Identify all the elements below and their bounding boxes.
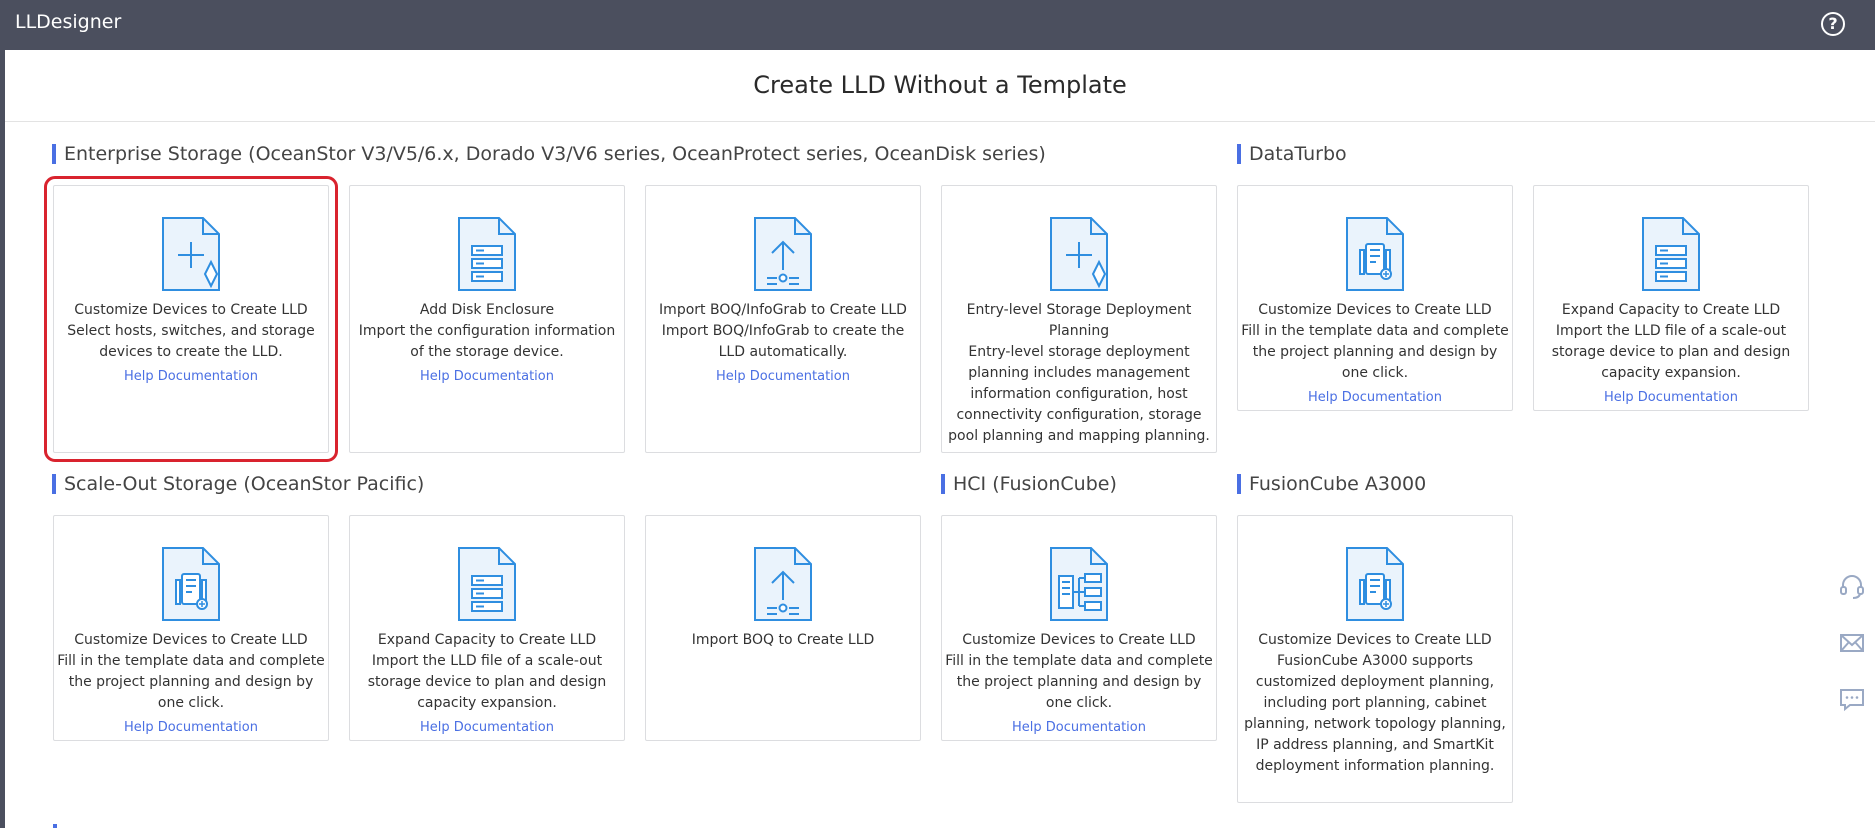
help-documentation-link[interactable]: Help Documentation [1604,390,1738,405]
card-title: Customize Devices to Create LLD [962,632,1196,648]
card-hci-customize-devices[interactable]: Customize Devices to Create LLD Fill in … [941,515,1217,741]
doc-upload-icon [754,547,812,621]
card-scaleout-import-boq[interactable]: Import BOQ to Create LLD [645,515,921,741]
card-title: Import BOQ to Create LLD [691,632,875,648]
doc-plus-icon [162,217,220,291]
doc-topology-icon [1050,547,1108,621]
doc-server-icon [1642,217,1700,291]
help-documentation-link[interactable]: Help Documentation [1012,720,1146,735]
doc-device-icon [1346,547,1404,621]
doc-server-icon [458,217,516,291]
help-icon[interactable]: ? [1821,12,1845,36]
card-description: Entry-level storage deployment planning … [948,344,1210,444]
card-title: Customize Devices to Create LLD [1258,632,1492,648]
mail-icon[interactable] [1839,630,1865,656]
card-fusioncube-customize-devices[interactable]: Customize Devices to Create LLD FusionCu… [1237,515,1513,803]
section-title-fusioncube-a3000: FusionCube A3000 [1237,473,1426,495]
section-title-dataturbo: DataTurbo [1237,143,1347,165]
card-title: Customize Devices to Create LLD [74,632,308,648]
card-description: Select hosts, switches, and storage devi… [67,323,315,360]
help-documentation-link[interactable]: Help Documentation [124,369,258,384]
help-documentation-link[interactable]: Help Documentation [420,720,554,735]
doc-device-icon [1346,217,1404,291]
next-section-marker [53,824,57,828]
help-documentation-link[interactable]: Help Documentation [716,369,850,384]
card-description: Import the LLD file of a scale-out stora… [1551,323,1791,381]
card-enterprise-entry-level-planning[interactable]: Entry-level Storage Deployment Planning … [941,185,1217,453]
card-title: Expand Capacity to Create LLD [1561,302,1781,318]
chat-icon[interactable] [1839,686,1865,712]
headset-icon[interactable] [1839,574,1865,600]
card-description: FusionCube A3000 supports customized dep… [1244,653,1506,774]
card-enterprise-customize-devices[interactable]: Customize Devices to Create LLD Select h… [44,176,338,462]
card-description: Import BOQ/InfoGrab to create the LLD au… [661,323,905,360]
doc-device-icon [162,547,220,621]
card-scaleout-expand-capacity[interactable]: Expand Capacity to Create LLD Import the… [349,515,625,741]
help-documentation-link[interactable]: Help Documentation [1308,390,1442,405]
card-title: Customize Devices to Create LLD [74,302,308,318]
card-title: Import BOQ/InfoGrab to Create LLD [659,302,907,318]
section-title-hci: HCI (FusionCube) [941,473,1117,495]
section-title-scale-out-storage: Scale-Out Storage (OceanStor Pacific) [52,473,424,495]
card-description: Fill in the template data and complete t… [1241,323,1509,381]
app-title: LLDesigner [15,11,122,33]
section-title-enterprise-storage: Enterprise Storage (OceanStor V3/V5/6.x,… [52,143,1046,165]
card-enterprise-import-boq[interactable]: Import BOQ/InfoGrab to Create LLD Import… [645,185,921,453]
card-dataturbo-expand-capacity[interactable]: Expand Capacity to Create LLD Import the… [1533,185,1809,411]
top-bar: LLDesigner ? [0,0,1875,50]
card-enterprise-add-disk-enclosure[interactable]: Add Disk Enclosure Import the configurat… [349,185,625,453]
doc-server-icon [458,547,516,621]
page-title: Create LLD Without a Template [5,50,1875,122]
doc-plus-icon [1050,217,1108,291]
help-documentation-link[interactable]: Help Documentation [420,369,554,384]
help-documentation-link[interactable]: Help Documentation [124,720,258,735]
card-description: Import the LLD file of a scale-out stora… [367,653,607,711]
card-title: Entry-level Storage Deployment Planning [966,302,1192,339]
card-scaleout-customize-devices[interactable]: Customize Devices to Create LLD Fill in … [53,515,329,741]
card-dataturbo-customize-devices[interactable]: Customize Devices to Create LLD Fill in … [1237,185,1513,411]
app-window: LLDesigner ? Create LLD Without a Templa… [0,0,1875,828]
card-description: Import the configuration information of … [358,323,616,360]
card-description: Fill in the template data and complete t… [945,653,1213,711]
card-description: Fill in the template data and complete t… [57,653,325,711]
card-title: Customize Devices to Create LLD [1258,302,1492,318]
doc-upload-icon [754,217,812,291]
card-title: Expand Capacity to Create LLD [377,632,597,648]
card-title: Add Disk Enclosure [419,302,555,318]
